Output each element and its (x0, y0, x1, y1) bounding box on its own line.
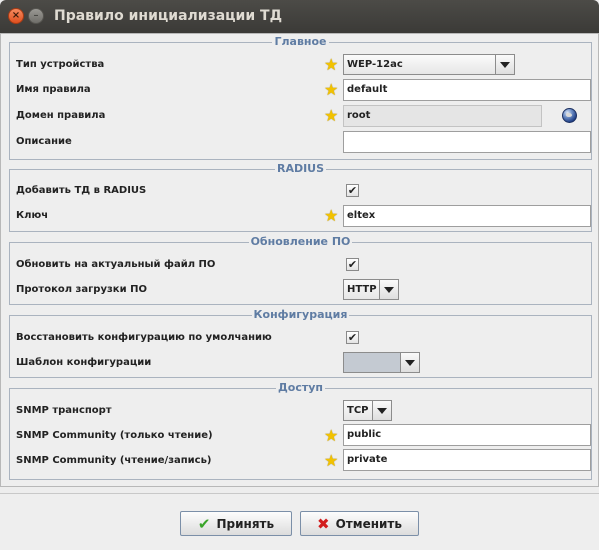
key-input[interactable]: eltex (343, 205, 591, 227)
group-main: Главное Тип устройства ★ WEP-12ac Имя пр… (9, 35, 592, 160)
close-window-button[interactable]: × (8, 8, 24, 24)
snmp-transport-label: SNMP транспорт (16, 405, 112, 416)
chevron-down-icon[interactable] (379, 280, 398, 299)
required-star-icon: ★ (324, 106, 339, 125)
group-config: Конфигурация Восстановить конфигурацию п… (9, 308, 592, 378)
restore-config-checkbox[interactable]: ✔ (346, 331, 359, 344)
rule-name-label: Имя правила (16, 84, 91, 95)
group-access-title: Доступ (275, 381, 326, 394)
accept-button[interactable]: ✔ Принять (180, 511, 292, 536)
download-protocol-select[interactable]: HTTP (343, 279, 399, 300)
snmp-rw-label: SNMP Community (чтение/запись) (16, 455, 212, 466)
chevron-down-icon[interactable] (400, 353, 419, 372)
required-star-icon: ★ (324, 55, 339, 74)
title-bar: × – Правило инициализации ТД (0, 0, 599, 33)
required-star-icon: ★ (324, 80, 339, 99)
required-star-icon: ★ (324, 426, 339, 445)
key-label: Ключ (16, 210, 49, 221)
restore-config-label: Восстановить конфигурацию по умолчанию (16, 332, 272, 343)
rule-domain-label: Домен правила (16, 110, 106, 121)
group-radius-title: RADIUS (274, 162, 327, 175)
description-input[interactable] (343, 131, 591, 153)
device-type-label: Тип устройства (16, 59, 105, 70)
snmp-ro-input[interactable]: public (343, 424, 591, 446)
cancel-button[interactable]: ✖ Отменить (300, 511, 419, 536)
cross-icon: ✖ (317, 514, 330, 533)
globe-icon[interactable] (562, 108, 577, 123)
group-access: Доступ SNMP транспорт TCP SNMP Community… (9, 381, 592, 480)
snmp-ro-label: SNMP Community (только чтение) (16, 430, 213, 441)
minimize-window-button[interactable]: – (28, 8, 44, 24)
window-title: Правило инициализации ТД (54, 8, 283, 24)
config-template-value (344, 353, 400, 372)
download-protocol-label: Протокол загрузки ПО (16, 284, 147, 295)
group-firmware: Обновление ПО Обновить на актуальный фай… (9, 235, 592, 305)
config-template-label: Шаблон конфигурации (16, 357, 152, 368)
dialog-content: Главное Тип устройства ★ WEP-12ac Имя пр… (0, 33, 599, 487)
rule-domain-field: root (343, 105, 542, 127)
chevron-down-icon[interactable] (495, 55, 514, 74)
device-type-select[interactable]: WEP-12ac (343, 54, 515, 75)
update-firmware-checkbox[interactable]: ✔ (346, 258, 359, 271)
group-firmware-title: Обновление ПО (248, 235, 353, 248)
chevron-down-icon[interactable] (372, 401, 391, 420)
snmp-transport-select[interactable]: TCP (343, 400, 392, 421)
download-protocol-value: HTTP (347, 284, 377, 295)
rule-name-input[interactable]: default (343, 79, 591, 101)
config-template-select[interactable] (343, 352, 420, 373)
group-config-title: Конфигурация (251, 308, 350, 321)
device-type-value: WEP-12ac (347, 59, 403, 70)
group-radius: RADIUS Добавить ТД в RADIUS ✔ Ключ ★ elt… (9, 162, 592, 232)
dialog-footer: ✔ Принять ✖ Отменить (0, 493, 599, 550)
add-ap-radius-label: Добавить ТД в RADIUS (16, 185, 147, 196)
description-label: Описание (16, 136, 72, 147)
group-main-title: Главное (272, 35, 329, 48)
required-star-icon: ★ (324, 206, 339, 225)
checkmark-icon: ✔ (197, 514, 211, 533)
snmp-transport-value: TCP (347, 405, 369, 416)
accept-button-label: Принять (216, 516, 275, 531)
snmp-rw-input[interactable]: private (343, 449, 591, 471)
required-star-icon: ★ (324, 451, 339, 470)
add-ap-radius-checkbox[interactable]: ✔ (346, 184, 359, 197)
cancel-button-label: Отменить (335, 516, 402, 531)
update-firmware-label: Обновить на актуальный файл ПО (16, 259, 216, 270)
